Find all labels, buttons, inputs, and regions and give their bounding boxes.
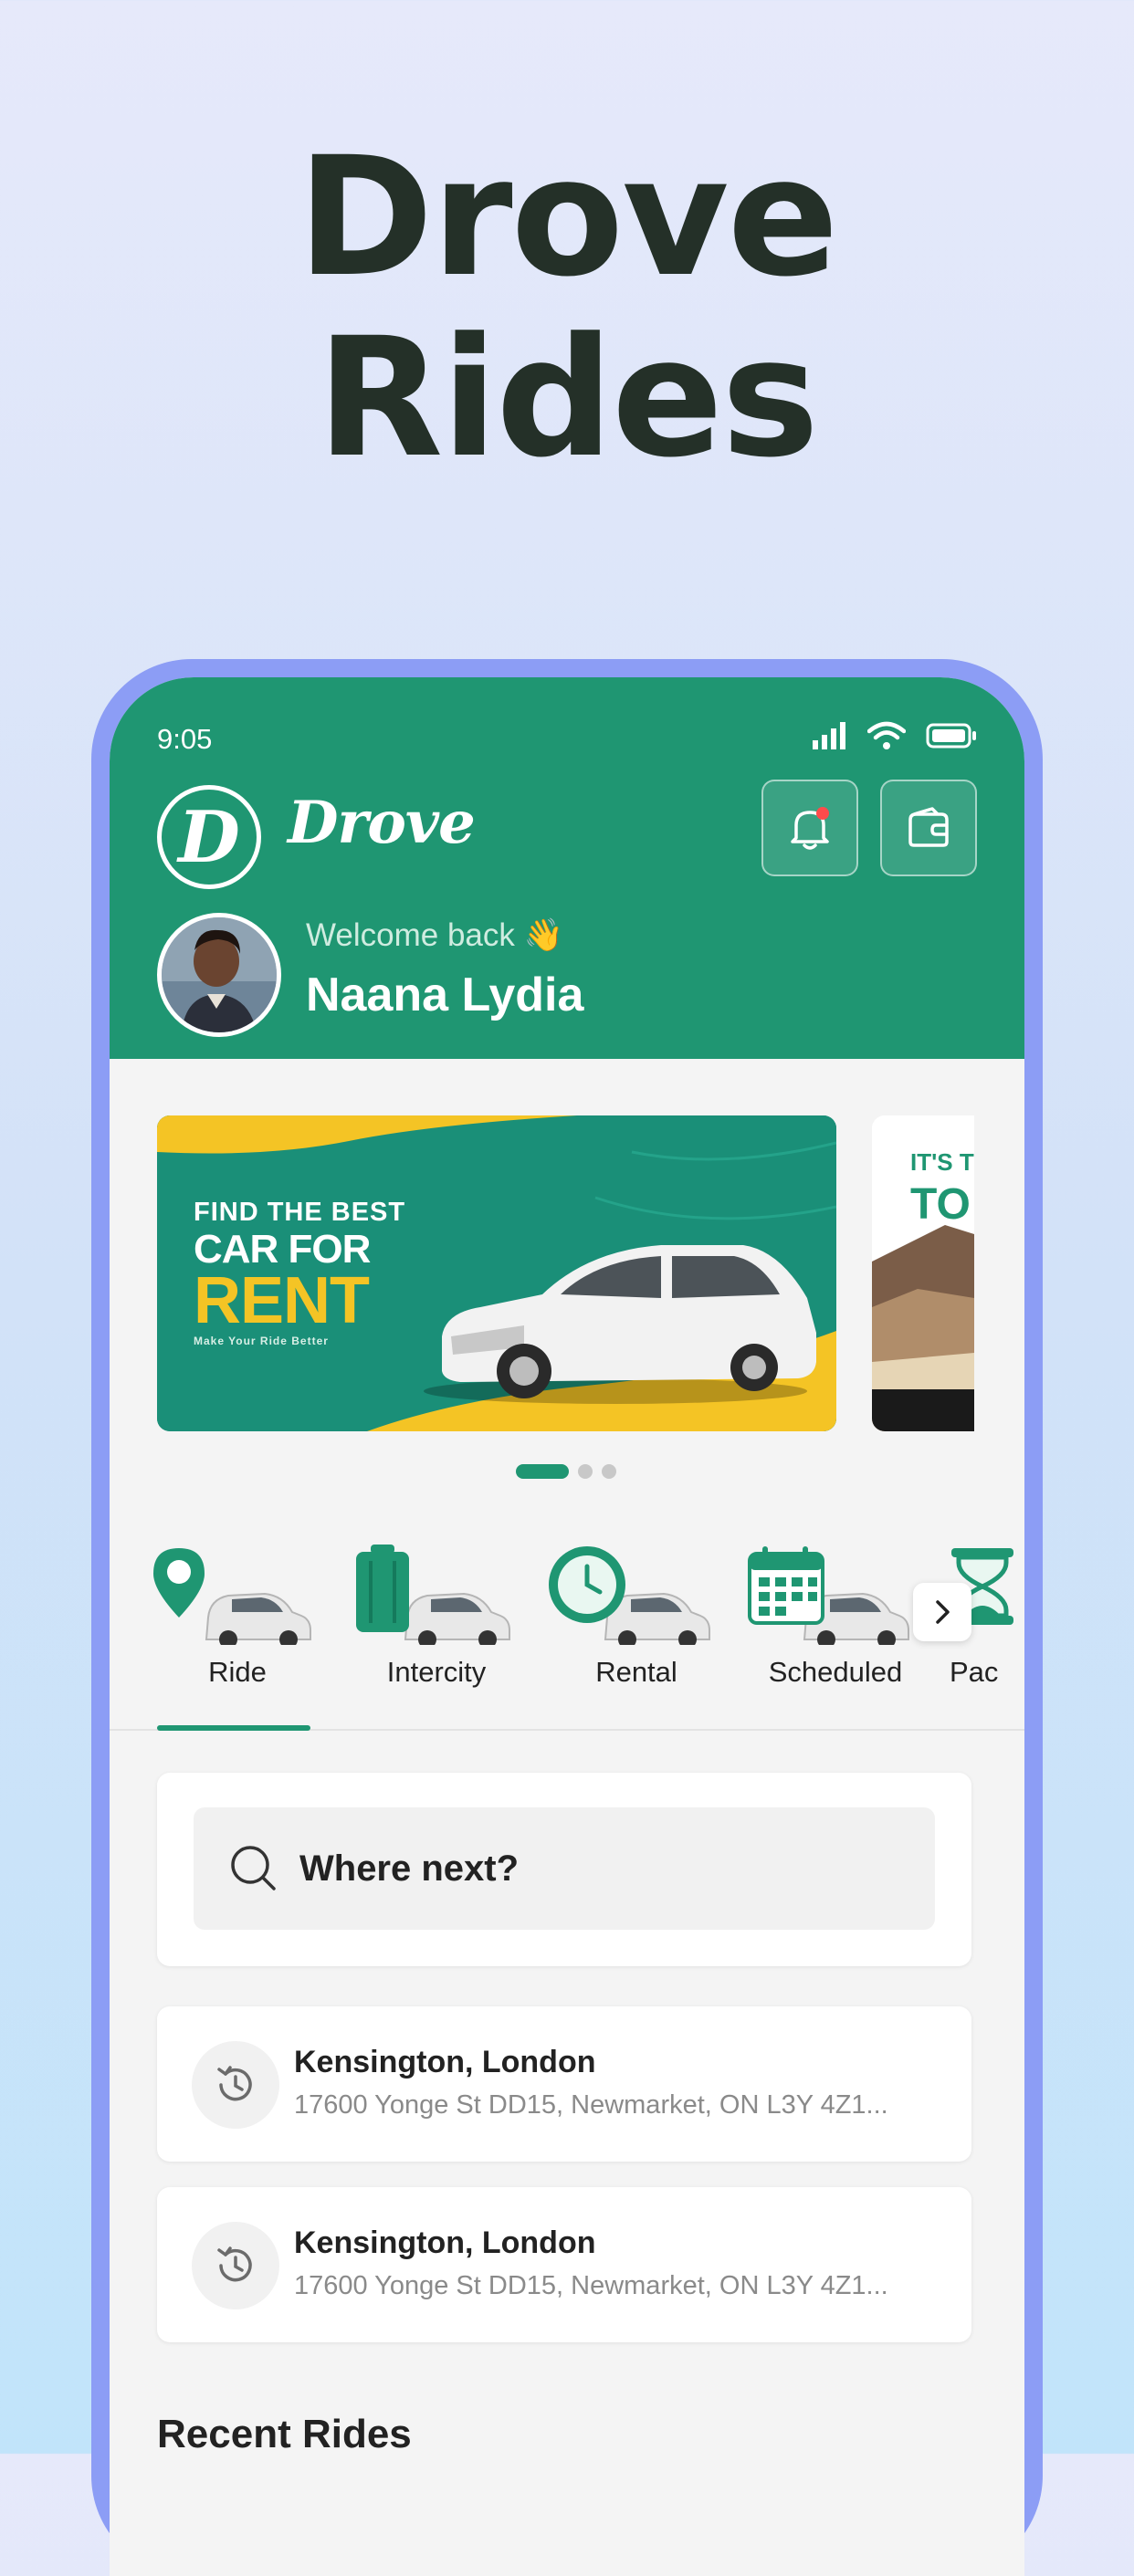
banner-line-3: RENT [194, 1264, 370, 1337]
avatar[interactable] [157, 913, 281, 1037]
recent-location-item[interactable]: Kensington, London 17600 Yonge St DD15, … [157, 2006, 971, 2162]
headline-line-1: Drove [297, 122, 838, 313]
category-label: Intercity [386, 1656, 487, 1688]
carousel-dot[interactable] [578, 1464, 593, 1479]
logo-icon: D [157, 785, 261, 889]
banner-2-line-2: TO [910, 1180, 971, 1229]
category-label: Scheduled [768, 1656, 903, 1688]
signal-icon [813, 722, 845, 749]
wifi-icon [867, 721, 906, 749]
category-label: Rental [595, 1656, 677, 1688]
history-icon [192, 2222, 279, 2309]
category-rental[interactable]: Rental [545, 1545, 728, 1688]
service-categories: Ride Intercity Rental Scheduled Pac [110, 1545, 1024, 1688]
category-label: Ride [208, 1656, 267, 1688]
recent-location-address: 17600 Yonge St DD15, Newmarket, ON L3Y 4… [294, 2271, 888, 2300]
active-category-underline [157, 1725, 310, 1731]
category-label: Pac [950, 1656, 999, 1688]
category-scheduled[interactable]: Scheduled [744, 1545, 927, 1688]
welcome-text: Welcome back 👋 [306, 917, 564, 953]
recent-location-address: 17600 Yonge St DD15, Newmarket, ON L3Y 4… [294, 2090, 888, 2120]
banner-tagline: Make Your Ride Better [194, 1335, 329, 1347]
category-intercity[interactable]: Intercity [345, 1545, 528, 1688]
brand-name: Drove [288, 789, 476, 857]
map-pin-icon [153, 1548, 311, 1649]
search-card: Where next? [157, 1773, 971, 1966]
marketing-headline: Drove Rides [0, 128, 1134, 489]
phone-frame: 9:05 D Drove Welcome back 👋 Naana Lydia … [91, 659, 1043, 2576]
calendar-icon [748, 1546, 909, 1649]
carousel-indicator [516, 1464, 616, 1479]
chevron-right-icon [936, 1600, 950, 1624]
user-name: Naana Lydia [306, 969, 584, 1021]
categories-next-button[interactable] [913, 1583, 971, 1641]
notifications-button[interactable] [761, 780, 858, 876]
recent-location-title: Kensington, London [294, 2225, 596, 2260]
wallet-icon [908, 807, 949, 847]
clock-icon [549, 1546, 710, 1649]
promo-banner-2[interactable]: IT'S T TO [872, 1115, 974, 1431]
search-icon [231, 1846, 276, 1890]
recent-location-title: Kensington, London [294, 2045, 596, 2079]
recent-location-item[interactable]: Kensington, London 17600 Yonge St DD15, … [157, 2187, 971, 2342]
app-header: 9:05 D Drove Welcome back 👋 Naana Lydia [110, 677, 1024, 1059]
banner-line-1: FIND THE BEST [194, 1198, 406, 1227]
luggage-icon [356, 1545, 510, 1649]
search-placeholder: Where next? [299, 1848, 520, 1889]
headline-line-2: Rides [316, 303, 819, 494]
carousel-dot-active[interactable] [516, 1464, 569, 1479]
promo-banner-rent[interactable]: FIND THE BEST CAR FOR RENT Make Your Rid… [157, 1115, 836, 1431]
bell-icon [791, 807, 829, 850]
carousel-dot[interactable] [602, 1464, 616, 1479]
category-ride[interactable]: Ride [146, 1545, 329, 1688]
search-input[interactable]: Where next? [194, 1807, 935, 1930]
recent-rides-heading: Recent Rides [157, 2412, 412, 2456]
battery-icon [926, 723, 976, 749]
wallet-button[interactable] [880, 780, 977, 876]
history-icon [192, 2041, 279, 2129]
status-time: 9:05 [157, 723, 213, 755]
app-screen: 9:05 D Drove Welcome back 👋 Naana Lydia … [110, 677, 1024, 2576]
user-photo [162, 917, 277, 1032]
status-icons [813, 721, 977, 750]
banner-2-line-1: IT'S T [910, 1148, 974, 1176]
